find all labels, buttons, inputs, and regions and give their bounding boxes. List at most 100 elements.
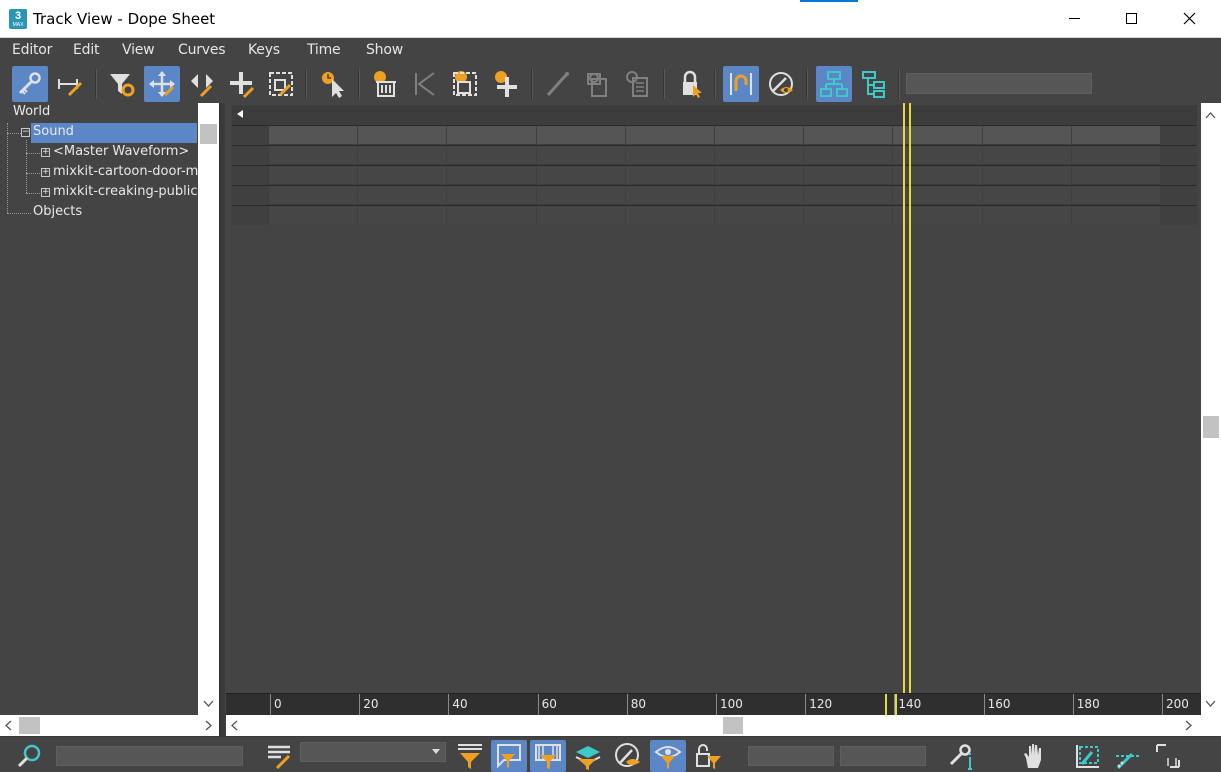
filter-selected-objects-button[interactable] bbox=[491, 740, 527, 772]
scroll-left-icon[interactable] bbox=[231, 720, 239, 731]
tree-line bbox=[26, 153, 40, 154]
close-button[interactable] bbox=[1160, 0, 1218, 38]
select-time-button[interactable] bbox=[316, 66, 352, 102]
scroll-right-icon[interactable] bbox=[1185, 720, 1193, 731]
track-row-objects[interactable] bbox=[232, 205, 1197, 225]
value-field[interactable] bbox=[840, 746, 926, 766]
zoom-value-button[interactable] bbox=[1110, 740, 1146, 772]
show-keyable-button[interactable] bbox=[763, 66, 799, 102]
scroll-thumb[interactable] bbox=[723, 717, 743, 734]
maximize-button[interactable] bbox=[1102, 0, 1160, 38]
reverse-time-button[interactable] bbox=[407, 66, 443, 102]
zoom-horizontal-keys-button[interactable] bbox=[1070, 740, 1106, 772]
insert-time-button[interactable] bbox=[487, 66, 523, 102]
grid-line bbox=[714, 126, 715, 145]
scale-time-button[interactable] bbox=[447, 66, 483, 102]
track-set-dropdown[interactable] bbox=[300, 742, 446, 762]
filter-button[interactable] bbox=[104, 66, 140, 102]
menu-curves[interactable]: Curves bbox=[178, 42, 226, 58]
scroll-left-icon[interactable] bbox=[5, 720, 13, 731]
modify-subtree-button[interactable] bbox=[540, 66, 576, 102]
filter-visible-button[interactable] bbox=[650, 740, 686, 772]
tree-item-objects[interactable]: Objects bbox=[33, 203, 82, 223]
filter-animated-tracks-button[interactable] bbox=[530, 740, 566, 772]
dope-horizontal-scrollbar[interactable] bbox=[226, 715, 1201, 736]
track-row-sound-file-2[interactable] bbox=[232, 185, 1197, 205]
time-cursor-line[interactable] bbox=[903, 103, 905, 713]
track-row-master-waveform[interactable] bbox=[232, 145, 1197, 165]
track-name-field[interactable] bbox=[906, 73, 1092, 94]
track-lead bbox=[232, 166, 268, 185]
grid-line bbox=[1160, 126, 1161, 145]
paste-button[interactable] bbox=[620, 66, 656, 102]
delete-time-button[interactable] bbox=[367, 66, 403, 102]
filter-selected-tracks-button[interactable] bbox=[452, 740, 488, 772]
status-bar bbox=[0, 736, 1221, 772]
track-tail bbox=[1160, 126, 1197, 145]
menu-bar: Editor Edit View Curves Keys Time Show bbox=[0, 38, 1221, 63]
name-field[interactable] bbox=[56, 746, 243, 766]
tree-item-sound-file-2[interactable]: mixkit-creaking-public-toilet-door-186 bbox=[53, 183, 198, 203]
move-keys-button[interactable] bbox=[144, 66, 180, 102]
tree-item-sound[interactable]: Sound bbox=[31, 123, 197, 143]
scroll-thumb[interactable] bbox=[200, 124, 217, 144]
menu-keys[interactable]: Keys bbox=[248, 42, 280, 58]
menu-edit[interactable]: Edit bbox=[73, 42, 100, 58]
key-info-button[interactable] bbox=[944, 740, 980, 772]
scroll-down-icon[interactable] bbox=[1205, 700, 1216, 708]
filter-keys-button[interactable] bbox=[12, 66, 48, 102]
tree-item-master-waveform[interactable]: <Master Waveform> bbox=[53, 143, 198, 163]
expand-icon[interactable]: + bbox=[41, 188, 50, 197]
grid-line bbox=[1070, 206, 1072, 225]
expand-icon[interactable]: + bbox=[41, 168, 50, 177]
dope-sheet-area[interactable] bbox=[226, 103, 1201, 713]
zoom-selected-button[interactable] bbox=[12, 740, 48, 772]
scroll-right-icon[interactable] bbox=[205, 720, 213, 731]
scroll-down-icon[interactable] bbox=[203, 700, 214, 708]
dope-vertical-scrollbar[interactable] bbox=[1201, 103, 1221, 715]
menu-editor[interactable]: Editor bbox=[12, 42, 52, 58]
scroll-thumb[interactable] bbox=[1203, 416, 1219, 438]
lock-selection-button[interactable] bbox=[673, 66, 709, 102]
edit-field-button[interactable] bbox=[261, 740, 297, 772]
expand-icon[interactable]: + bbox=[41, 148, 50, 157]
time-ruler[interactable]: 0 20 40 60 80 100 120 140 160 180 200 bbox=[226, 693, 1201, 715]
tree-item-world[interactable]: World bbox=[13, 103, 50, 123]
track-tail bbox=[1160, 166, 1197, 185]
scroll-up-icon[interactable] bbox=[1205, 111, 1216, 119]
scroll-thumb[interactable] bbox=[19, 717, 40, 734]
toolbar-separator bbox=[806, 69, 808, 99]
tree-item-sound-file-1[interactable]: mixkit-cartoon-door-melodic-bell-110 bbox=[53, 163, 198, 183]
collapse-icon[interactable]: − bbox=[21, 128, 30, 137]
modify-subtree-toggle-button[interactable] bbox=[816, 66, 852, 102]
copy-button[interactable] bbox=[580, 66, 616, 102]
unlock-button[interactable] bbox=[690, 740, 726, 772]
edit-ranges-button[interactable] bbox=[52, 66, 88, 102]
grid-line bbox=[357, 126, 359, 145]
modify-child-keys-button[interactable] bbox=[856, 66, 892, 102]
track-row-sound-file-1[interactable] bbox=[232, 165, 1197, 185]
snap-frames-button[interactable] bbox=[723, 66, 759, 102]
add-keys-button[interactable] bbox=[223, 66, 259, 102]
filter-unlocked-button[interactable] bbox=[570, 740, 606, 772]
menu-view[interactable]: View bbox=[122, 42, 155, 58]
scale-keys-button[interactable] bbox=[263, 66, 299, 102]
panel-splitter[interactable] bbox=[219, 103, 225, 736]
frame-field[interactable] bbox=[748, 746, 834, 766]
tree-vertical-scrollbar[interactable] bbox=[198, 103, 219, 715]
show-selected-keys-button[interactable] bbox=[610, 740, 646, 772]
pan-button[interactable] bbox=[1016, 740, 1052, 772]
filter-keys-icon bbox=[18, 72, 41, 95]
track-row-sound[interactable] bbox=[232, 125, 1197, 145]
slide-keys-button[interactable] bbox=[184, 66, 220, 102]
menu-show[interactable]: Show bbox=[366, 42, 403, 58]
track-rows bbox=[232, 105, 1197, 225]
range-start-icon[interactable] bbox=[237, 110, 243, 118]
time-slider-marker[interactable] bbox=[885, 694, 898, 715]
grid-line bbox=[1160, 206, 1161, 225]
time-cursor-line[interactable] bbox=[909, 103, 911, 713]
tree-horizontal-scrollbar[interactable] bbox=[0, 715, 219, 736]
zoom-region-button[interactable] bbox=[1150, 740, 1186, 772]
menu-time[interactable]: Time bbox=[307, 42, 341, 58]
minimize-button[interactable] bbox=[1045, 0, 1103, 38]
